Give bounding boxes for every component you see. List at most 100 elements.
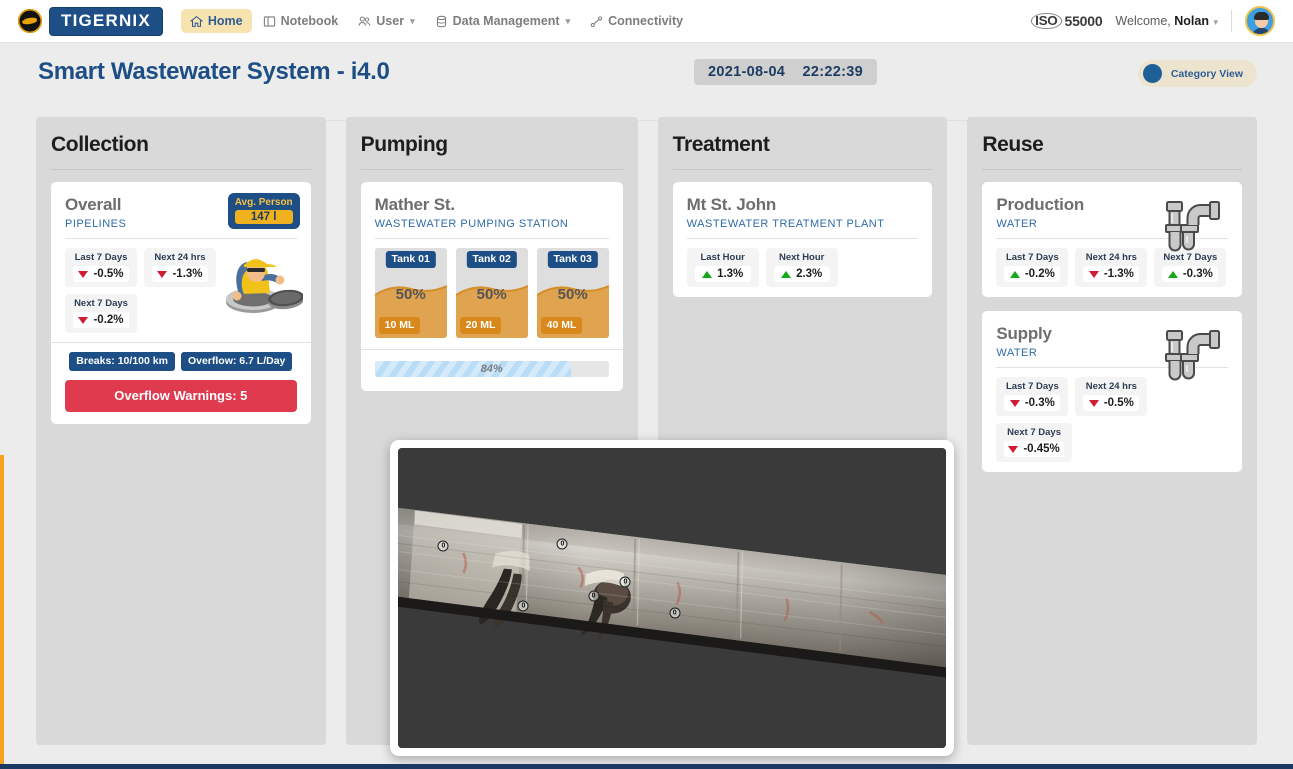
card-title: Mt St. John <box>686 195 777 214</box>
trend-down-icon <box>1009 399 1020 407</box>
trend-chip-number: -0.3% <box>1182 268 1213 280</box>
nav-links: Home Notebook User ▾ Data Management ▾ C… <box>180 9 692 33</box>
pipe-scan-render <box>398 448 946 748</box>
trend-chip-label: Last 7 Days <box>1005 381 1059 392</box>
tank[interactable]: Tank 02 50% 20 ML <box>455 248 528 338</box>
nav-item-data-management[interactable]: Data Management ▾ <box>426 9 580 33</box>
trend-chip-label: Last Hour <box>700 252 745 263</box>
scan-marker[interactable]: 0 <box>588 590 600 602</box>
chevron-down-icon: ▾ <box>565 15 571 26</box>
trend-chip: Last 7 Days -0.5% <box>65 248 137 287</box>
trend-down-icon <box>157 270 168 278</box>
time-value: 22:22:39 <box>802 64 863 80</box>
card-footer: Breaks: 10/100 km Overflow: 6.7 L/Day Over… <box>51 342 311 414</box>
pipe-scan-canvas[interactable]: 0 0 0 0 0 0 <box>398 448 946 748</box>
trend-chip-number: 1.3% <box>717 268 744 280</box>
trend-chip: Next 24 hrs -1.3% <box>144 248 216 287</box>
capacity-progress-bar[interactable]: 84% <box>374 361 609 377</box>
left-accent-bar <box>0 455 4 765</box>
trend-chip-label: Last 7 Days <box>74 252 128 263</box>
pipe-trap-icon <box>1165 201 1221 252</box>
card-divider <box>374 238 609 239</box>
trend-chip-value: -1.3% <box>1083 266 1140 282</box>
bottom-status-bar <box>0 764 1293 769</box>
card-subtitle: WASTEWATER PUMPING STATION <box>374 218 569 230</box>
avg-person-badge: Avg. Person 147 l <box>227 193 300 229</box>
scan-marker[interactable]: 0 <box>669 607 681 619</box>
category-view-dot-icon <box>1142 64 1162 83</box>
pipe-trap-icon <box>1165 330 1221 381</box>
panel-title: Reuse <box>982 133 1044 156</box>
overflow-warnings-button[interactable]: Overflow Warnings: 5 <box>65 380 297 412</box>
trend-chip-value: -0.2% <box>1004 266 1061 282</box>
avatar[interactable] <box>1245 6 1275 36</box>
trend-chip: Next 24 hrs -0.5% <box>1075 377 1148 416</box>
metric-badge: Breaks: 10/100 km <box>69 352 175 371</box>
tank-percent: 50% <box>476 286 507 303</box>
trend-chip: Next 7 Days -0.45% <box>996 423 1072 462</box>
users-icon <box>358 15 371 28</box>
card-divider <box>65 238 297 239</box>
trend-chip: Next Hour 2.3% <box>765 248 838 287</box>
avg-person-value: 147 l <box>234 210 293 224</box>
tank-name: Tank 02 <box>466 251 517 268</box>
scan-marker[interactable]: 0 <box>437 540 449 552</box>
category-view-label: Category View <box>1170 67 1243 80</box>
tank-volume: 10 ML <box>378 317 421 334</box>
trend-down-icon <box>1008 445 1019 453</box>
avg-person-label: Avg. Person <box>234 197 293 208</box>
scan-marker[interactable]: 0 <box>556 538 568 550</box>
trend-chip-label: Next 24 hrs <box>1085 381 1137 392</box>
trend-chip-value: -0.45% <box>1004 441 1064 457</box>
tank[interactable]: Tank 01 50% 10 ML <box>374 248 447 338</box>
trend-chip-label: Last 7 Days <box>1005 252 1059 263</box>
tank[interactable]: Tank 03 50% 40 ML <box>536 248 609 338</box>
trend-chip-label: Next Hour <box>778 252 825 263</box>
metric-badge: Overflow: 6.7 L/Day <box>180 352 293 371</box>
trend-chip-value: 2.3% <box>773 266 830 282</box>
brand-logo[interactable]: TIGERNIX <box>18 6 163 36</box>
tank-percent: 50% <box>557 286 588 303</box>
trend-chip-number: -0.5% <box>1103 397 1134 409</box>
card-production: Production WATER Last 7 Days -0.2% Next 24 h… <box>982 182 1243 297</box>
panel-divider <box>51 169 311 170</box>
nav-item-notebook[interactable]: Notebook <box>254 9 348 33</box>
avatar-hair <box>1254 12 1269 20</box>
trend-chips: Last Hour 1.3% Next Hour 2.3% <box>686 248 919 287</box>
category-view-toggle[interactable]: Category View <box>1137 60 1257 87</box>
card-mt-st-john: Mt St. John WASTEWATER TREATMENT PLANT Las… <box>672 182 933 297</box>
card-title: Mather St. <box>374 195 455 214</box>
trend-chips: Last 7 Days -0.5% Next 24 hrs -1.3% Next 7 D… <box>65 248 235 333</box>
nav-label-home: Home <box>207 14 243 28</box>
panel-title: Collection <box>51 133 149 156</box>
tank-group: Tank 01 50% 10 ML Tank 02 50% 20 ML Tank 03 50%… <box>374 248 609 338</box>
brand-wordmark: TIGERNIX <box>49 6 163 36</box>
scan-marker[interactable]: 0 <box>517 600 529 611</box>
home-icon <box>189 15 203 28</box>
nav-item-connectivity[interactable]: Connectivity <box>581 9 692 33</box>
iso-number: 55000 <box>1064 13 1103 29</box>
trend-chip-number: -0.5% <box>93 268 124 280</box>
top-navbar: TIGERNIX Home Notebook User ▾ Data Manag… <box>0 0 1293 43</box>
pipe-scan-viewer[interactable]: 0 0 0 0 0 0 <box>390 440 954 756</box>
trend-chip-number: -0.2% <box>1024 268 1055 280</box>
tank-volume: 40 ML <box>540 317 583 334</box>
panel-divider <box>360 169 623 170</box>
welcome-message[interactable]: Welcome, Nolan ▾ <box>1115 14 1218 28</box>
nav-item-home[interactable]: Home <box>180 9 252 33</box>
tank-percent: 50% <box>395 286 426 303</box>
scan-marker[interactable]: 0 <box>619 576 631 587</box>
trend-down-icon <box>78 316 89 324</box>
nav-item-user[interactable]: User ▾ <box>349 9 423 33</box>
trend-chip-label: Next 24 hrs <box>154 252 206 263</box>
trend-up-icon <box>702 270 713 278</box>
welcome-prefix: Welcome, <box>1115 14 1171 28</box>
panel-reuse: Reuse Production WATER Last 7 Days -0.2% Next… <box>967 117 1258 745</box>
tank-volume: 20 ML <box>459 317 502 334</box>
card-supply: Supply WATER Last 7 Days -0.3% Next 24 hrs -0… <box>982 311 1243 472</box>
tank-name: Tank 03 <box>547 251 598 268</box>
trend-chip: Next 7 Days -0.2% <box>65 294 137 333</box>
trend-chip-value: -0.3% <box>1004 395 1061 411</box>
notebook-icon <box>263 15 276 28</box>
trend-up-icon <box>781 270 792 278</box>
